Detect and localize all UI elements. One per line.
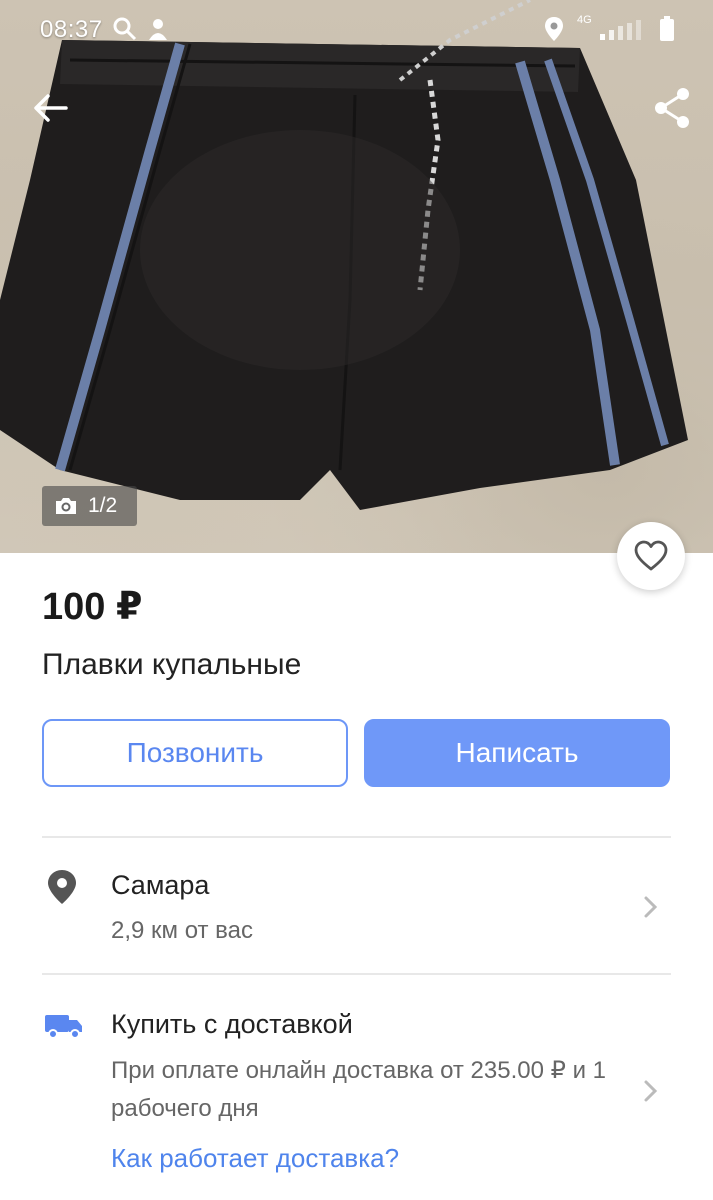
photo-counter: 1/2 <box>42 486 137 526</box>
search-icon <box>113 17 137 41</box>
listing-title: Плавки купальные <box>42 648 302 681</box>
swim-trunks-photo <box>0 0 688 510</box>
listing-price: 100 ₽ <box>42 586 143 628</box>
battery-icon <box>660 16 674 41</box>
favorite-button[interactable] <box>617 522 685 590</box>
divider <box>42 973 671 975</box>
network-type: 4G <box>577 14 592 26</box>
call-button[interactable]: Позвонить <box>42 719 348 787</box>
location-distance: 2,9 км от вас <box>111 917 254 944</box>
chevron-right-icon <box>644 896 658 918</box>
notification-icon <box>149 19 167 40</box>
heart-icon <box>634 540 668 571</box>
delivery-title: Купить с доставкой <box>111 1009 353 1039</box>
status-time: 08:37 <box>40 16 103 43</box>
back-arrow-icon[interactable] <box>30 88 70 128</box>
divider <box>42 836 671 838</box>
photo-counter-text: 1/2 <box>88 494 118 517</box>
location-city: Самара <box>111 870 210 900</box>
map-pin-icon <box>48 870 76 904</box>
status-bar: 08:37 4G <box>0 0 713 58</box>
chevron-right-icon <box>644 1080 658 1102</box>
delivery-description: При оплате онлайн доставка от 235.00 ₽ и… <box>111 1057 606 1122</box>
delivery-truck-icon <box>45 1015 82 1039</box>
location-icon <box>545 17 563 41</box>
listing-photo[interactable]: 08:37 4G 1/2 <box>0 0 713 553</box>
signal-icon <box>600 20 641 40</box>
share-icon[interactable] <box>652 86 692 130</box>
write-button[interactable]: Написать <box>364 719 670 787</box>
camera-icon <box>56 498 76 514</box>
delivery-info-link[interactable]: Как работает доставка? <box>111 1143 399 1174</box>
